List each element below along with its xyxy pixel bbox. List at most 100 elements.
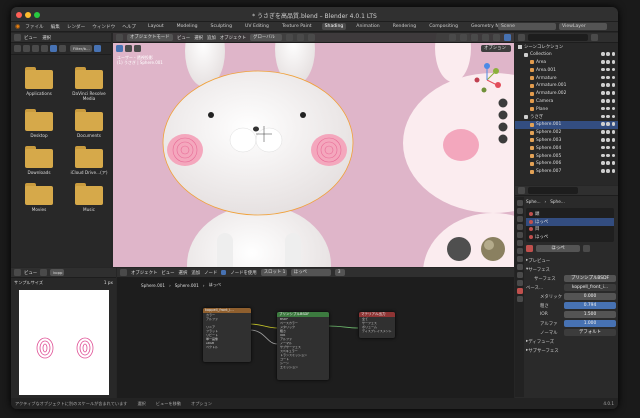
image-texture-node[interactable]: koppell_front_i... カラー アルファ リニア フラット リピート 単一画… (203, 308, 251, 362)
preview-section[interactable]: ▸ プレビュー (526, 256, 616, 265)
material-slot[interactable]: ほっぺ (526, 233, 614, 241)
visibility-icon[interactable] (601, 145, 615, 150)
options-button[interactable]: オプション (481, 45, 511, 52)
scene-collection-row[interactable]: シーンコレクション (515, 43, 618, 51)
shading-solid-icon[interactable] (493, 34, 500, 41)
data-tab-icon[interactable] (516, 280, 523, 286)
filter-input[interactable]: Filter/b... (70, 45, 92, 52)
field-value[interactable]: 0.000 (564, 293, 616, 300)
visibility-icon[interactable] (601, 106, 615, 111)
outliner-item[interactable]: Collection (515, 51, 618, 59)
material-tab-icon[interactable] (516, 288, 523, 294)
view-layer-selector[interactable]: ViewLayer (559, 23, 607, 30)
outliner-editor-icon[interactable] (518, 34, 525, 41)
outliner-item[interactable]: Area.001 (515, 66, 618, 74)
tab-compositing[interactable]: Compositing (426, 23, 461, 30)
outliner-item[interactable]: Camera (515, 98, 618, 106)
ie-menu-view[interactable]: ビュー (24, 270, 37, 276)
outliner-item[interactable]: うさぎ (515, 113, 618, 121)
node-socket-row[interactable]: ベクトル (203, 345, 251, 349)
material-slot[interactable]: ほっぺ (526, 217, 614, 226)
diffuse-section[interactable]: ▸ ディフューズ (526, 337, 616, 346)
fb-menu-select[interactable]: 選択 (42, 35, 51, 41)
field-value[interactable]: 0.794 (564, 302, 616, 309)
surface-shader-field[interactable]: プリンシプルBSDF (564, 275, 616, 282)
properties-search[interactable] (528, 187, 578, 194)
visibility-icon[interactable] (449, 34, 456, 41)
tab-texture-paint[interactable]: Texture Paint (279, 23, 315, 30)
shader-node-editor[interactable]: オブジェクト ビュー 選択 追加 ノード ノードを使用 スロット 1 ほっぺ 3… (117, 268, 514, 398)
filter-icon[interactable] (94, 45, 101, 52)
refresh-icon[interactable] (41, 45, 48, 52)
sample-size-value[interactable]: 1 px (104, 280, 113, 285)
image-browse-icon[interactable] (40, 269, 48, 276)
fb-menu-view[interactable]: ビュー (24, 35, 37, 41)
outliner-filter-icon[interactable] (591, 34, 598, 41)
blender-logo-icon[interactable]: ◉ (15, 23, 20, 30)
scene-tab-icon[interactable] (516, 224, 523, 230)
vp-menu-view[interactable]: ビュー (177, 35, 190, 41)
base-color-field[interactable]: koppell_front_i... (564, 284, 616, 291)
proportional-icon[interactable] (308, 34, 316, 41)
outliner-item[interactable]: Sphere.007 (515, 168, 618, 176)
material-name-field[interactable]: ほっぺ (536, 245, 580, 252)
texture-tab-icon[interactable] (516, 296, 523, 302)
visibility-icon[interactable] (601, 67, 615, 72)
render-tab-icon[interactable] (516, 208, 523, 214)
folder-item[interactable]: Desktop (19, 109, 59, 138)
menu-edit[interactable]: 編集 (51, 24, 60, 30)
visibility-icon[interactable] (601, 161, 615, 165)
surface-section[interactable]: ▾ サーフェス (526, 265, 616, 274)
transform-orientation[interactable]: グローバル (250, 34, 283, 41)
forward-icon[interactable] (23, 45, 30, 52)
object-tab-icon[interactable] (516, 240, 523, 246)
folder-item[interactable]: Movies (19, 183, 59, 212)
folder-item[interactable]: DaVinci Resolve Media (69, 67, 109, 101)
editor-type-icon[interactable] (14, 34, 21, 41)
field-value[interactable]: 1.000 (564, 320, 616, 327)
select-extend-icon[interactable] (134, 45, 141, 52)
tab-rendering[interactable]: Rendering (390, 23, 419, 30)
back-icon[interactable] (14, 45, 21, 52)
overlay-icon[interactable] (471, 34, 478, 41)
constraints-tab-icon[interactable] (516, 272, 523, 278)
gizmo-icon[interactable] (460, 34, 467, 41)
viewport-editor-icon[interactable] (116, 34, 123, 41)
3d-viewport[interactable]: オブジェクトモード ビュー 選択 追加 オブジェクト グローバル オプション ユ… (113, 33, 514, 267)
fake-user-icon[interactable] (583, 245, 590, 252)
list-view-icon[interactable] (59, 45, 66, 52)
outliner-item[interactable]: Sphere.004 (515, 144, 618, 152)
outliner-item[interactable]: Armature.001 (515, 82, 618, 90)
material-output-node[interactable]: マテリアル出力 全て サーフェス ボリューム ディスプレイスメント (359, 312, 395, 338)
folder-item[interactable]: Downloads (19, 146, 59, 175)
output-tab-icon[interactable] (516, 216, 523, 222)
outliner-item[interactable]: Sphere.002 (515, 129, 618, 137)
shading-material-icon[interactable] (504, 34, 511, 41)
parent-dir-icon[interactable] (32, 45, 39, 52)
select-box-icon[interactable] (116, 45, 123, 52)
xray-icon[interactable] (482, 34, 489, 41)
outliner-item[interactable]: Sphere.003 (515, 137, 618, 145)
vp-menu-object[interactable]: オブジェクト (220, 35, 246, 41)
snap-icon[interactable] (297, 34, 305, 41)
image-editor-icon[interactable] (14, 269, 21, 276)
outliner-item[interactable]: Armature (515, 74, 618, 82)
node-socket-row[interactable]: ディスプレイスメント (359, 329, 395, 333)
pivot-icon[interactable] (286, 34, 294, 41)
folder-item[interactable]: Music (69, 183, 109, 212)
visibility-icon[interactable] (601, 153, 615, 158)
visibility-icon[interactable] (601, 99, 615, 103)
particles-tab-icon[interactable] (516, 256, 523, 262)
visibility-icon[interactable] (601, 130, 615, 134)
tab-animation[interactable]: Animation (353, 23, 382, 30)
visibility-icon[interactable] (601, 75, 615, 80)
tab-sculpting[interactable]: Sculpting (208, 23, 235, 30)
vp-menu-select[interactable]: 選択 (194, 35, 203, 41)
tab-modeling[interactable]: Modeling (174, 23, 201, 30)
outliner-item[interactable]: Plane (515, 105, 618, 113)
normal-field[interactable]: デフォルト (564, 329, 616, 336)
image-name-field[interactable]: kopp (50, 269, 65, 276)
tab-uv-editing[interactable]: UV Editing (242, 23, 272, 30)
visibility-icon[interactable] (601, 83, 615, 87)
menu-help[interactable]: ヘルプ (122, 24, 136, 30)
